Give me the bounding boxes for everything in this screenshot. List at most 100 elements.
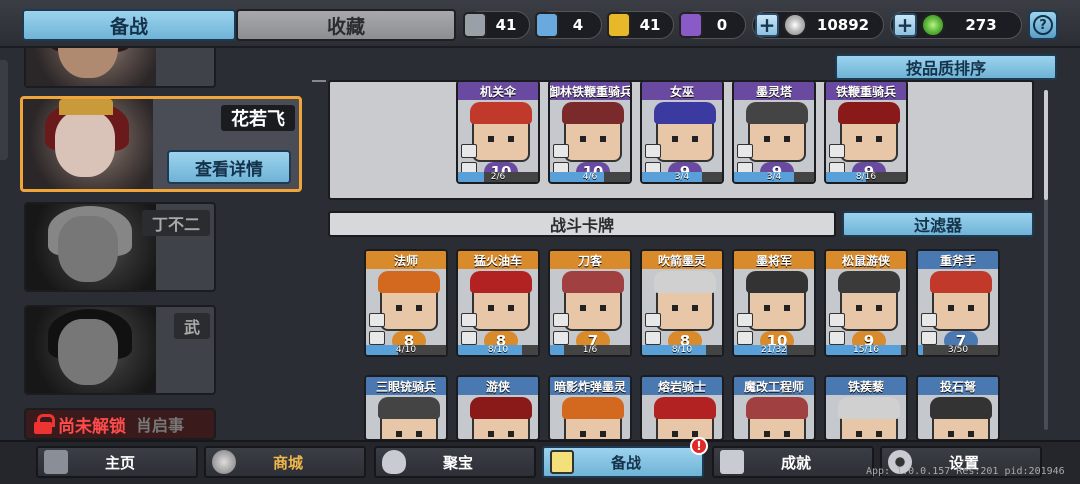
scrollbar-thumb[interactable] xyxy=(1044,90,1048,200)
unit-card[interactable]: 猛火油车 8 8/10 xyxy=(456,249,540,357)
resource-silver: 41 xyxy=(463,11,530,39)
add-coins-button[interactable]: + xyxy=(755,13,779,37)
unit-portrait xyxy=(930,397,992,439)
tab-prepare[interactable]: 备战 xyxy=(22,9,236,41)
treasure-bowl-icon xyxy=(382,450,406,474)
unit-portrait xyxy=(654,102,716,162)
unit-card[interactable]: 御林铁鞭重骑兵104/6 xyxy=(548,80,632,184)
silver-shard-icon xyxy=(463,12,487,38)
cards-icon xyxy=(550,450,574,474)
filter-button[interactable]: 过滤器 xyxy=(842,211,1034,237)
locked-status: 尚未解锁 xyxy=(58,416,126,437)
progress-text: 3/50 xyxy=(947,345,969,355)
card-name: 三眼铳骑兵 xyxy=(366,377,446,395)
card-name: 游侠 xyxy=(458,377,538,395)
unit-portrait xyxy=(930,271,992,331)
card-name: 法师 xyxy=(366,251,446,269)
tab-collection[interactable]: 收藏 xyxy=(236,9,456,41)
help-button[interactable]: ? xyxy=(1028,10,1058,40)
hero-portrait xyxy=(26,48,156,86)
progress-fill xyxy=(550,345,564,355)
attack-type-icon xyxy=(369,313,385,327)
resource-purple: 0 xyxy=(679,11,746,39)
section-title: 战斗卡牌 xyxy=(328,211,836,237)
unit-portrait xyxy=(562,397,624,439)
nav-treasure[interactable]: 聚宝 xyxy=(374,446,536,478)
unit-type-icon xyxy=(553,331,569,345)
unit-type-icon xyxy=(645,331,661,345)
unit-card[interactable]: 熔岩骑士 xyxy=(640,375,724,441)
lock-icon xyxy=(34,414,55,434)
unit-card[interactable]: 吹箭墨灵 8 8/10 xyxy=(640,249,724,357)
attack-type-icon xyxy=(829,144,845,158)
card-progress: 3/50 xyxy=(918,345,998,355)
nav-shop[interactable]: 商城 xyxy=(204,446,366,478)
unit-portrait xyxy=(654,271,716,331)
progress-text: 4/10 xyxy=(395,345,417,355)
card-name: 重斧手 xyxy=(918,251,998,269)
home-icon xyxy=(44,450,68,474)
unit-card[interactable]: 暗影炸弹墨灵 xyxy=(548,375,632,441)
card-progress: 8/16 xyxy=(826,172,906,182)
attack-type-icon xyxy=(829,313,845,327)
hero-portrait xyxy=(23,99,153,189)
unit-card[interactable]: 投石弩 xyxy=(916,375,1000,441)
progress-text: 3/4 xyxy=(674,172,690,182)
card-name: 铁鞭重骑兵 xyxy=(826,82,906,100)
progress-text: 15/16 xyxy=(853,345,879,355)
attack-type-icon xyxy=(461,313,477,327)
unit-card[interactable]: 重斧手 7 3/50 xyxy=(916,249,1000,357)
unit-portrait xyxy=(470,397,532,439)
card-name: 女巫 xyxy=(642,82,722,100)
unit-card[interactable]: 三眼铳骑兵 xyxy=(364,375,448,441)
unit-card[interactable]: 松鼠游侠 9 15/16 xyxy=(824,249,908,357)
unit-card[interactable]: 女巫93/4 xyxy=(640,80,724,184)
nav-achievements[interactable]: 成就 xyxy=(712,446,874,478)
side-drawer-handle[interactable] xyxy=(0,60,8,160)
unit-card[interactable]: 铁蒺藜 xyxy=(824,375,908,441)
unit-card[interactable]: 铁鞭重骑兵98/16 xyxy=(824,80,908,184)
attack-type-icon xyxy=(737,144,753,158)
card-name: 魔改工程师 xyxy=(734,377,814,395)
view-details-button[interactable]: 查看详情 xyxy=(167,150,291,184)
locked-hero-card[interactable]: 尚未解锁 肖启事 xyxy=(24,408,216,440)
hero-list[interactable]: 花若飞 查看详情 丁不二 武 尚未解锁 肖启事 xyxy=(0,48,310,440)
card-progress: 21/32 xyxy=(734,345,814,355)
nav-home[interactable]: 主页 xyxy=(36,446,198,478)
hero-card-partial[interactable] xyxy=(24,48,216,88)
card-progress: 8/10 xyxy=(642,345,722,355)
card-name: 铁蒺藜 xyxy=(826,377,906,395)
shop-coins-icon xyxy=(212,450,236,474)
card-name: 猛火油车 xyxy=(458,251,538,269)
jade-coin-icon xyxy=(921,13,945,37)
card-name: 熔岩骑士 xyxy=(642,377,722,395)
unit-portrait xyxy=(470,102,532,162)
unit-portrait xyxy=(562,271,624,331)
attack-type-icon xyxy=(553,313,569,327)
unit-card[interactable]: 魔改工程师 xyxy=(732,375,816,441)
unit-card[interactable]: 机关伞102/6 xyxy=(456,80,540,184)
hero-card[interactable]: 丁不二 xyxy=(24,202,216,292)
attack-type-icon xyxy=(737,313,753,327)
card-progress: 4/10 xyxy=(366,345,446,355)
unit-type-icon xyxy=(829,331,845,345)
unit-portrait xyxy=(838,271,900,331)
resource-gold: 41 xyxy=(607,11,674,39)
unit-card[interactable]: 刀客 7 1/6 xyxy=(548,249,632,357)
unit-portrait xyxy=(746,102,808,162)
nav-prepare[interactable]: 备战 xyxy=(542,446,704,478)
gem-counter: + 273 xyxy=(890,11,1022,39)
hero-card[interactable]: 武 xyxy=(24,305,216,395)
unit-card[interactable]: 游侠 xyxy=(456,375,540,441)
hero-card-selected[interactable]: 花若飞 查看详情 xyxy=(20,96,302,192)
unit-card[interactable]: 墨灵塔93/4 xyxy=(732,80,816,184)
unit-card[interactable]: 墨将军 10 21/32 xyxy=(732,249,816,357)
progress-text: 8/10 xyxy=(487,345,509,355)
card-name: 暗影炸弹墨灵 xyxy=(550,377,630,395)
card-progress: 8/10 xyxy=(458,345,538,355)
question-icon: ? xyxy=(1033,15,1053,35)
sort-by-quality-button[interactable]: 按品质排序 xyxy=(835,54,1057,80)
unit-card[interactable]: 法师 8 4/10 xyxy=(364,249,448,357)
unit-portrait xyxy=(378,271,440,331)
add-gems-button[interactable]: + xyxy=(893,13,917,37)
